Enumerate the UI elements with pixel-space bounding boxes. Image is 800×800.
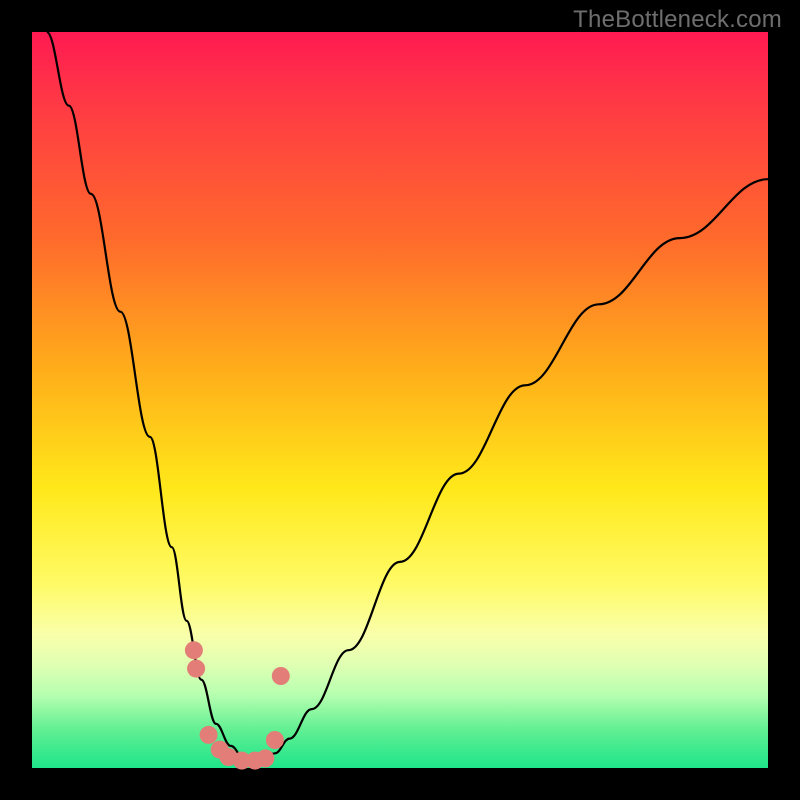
marker-dot <box>187 660 205 678</box>
marker-dot <box>256 749 274 767</box>
outer-frame: TheBottleneck.com <box>0 0 800 800</box>
marker-dot <box>185 641 203 659</box>
watermark-text: TheBottleneck.com <box>573 6 782 34</box>
bottleneck-curve <box>47 32 768 761</box>
marker-dot <box>266 731 284 749</box>
plot-area <box>32 32 768 768</box>
marker-dot <box>200 726 218 744</box>
chart-svg <box>32 32 768 768</box>
marker-dot <box>272 667 290 685</box>
